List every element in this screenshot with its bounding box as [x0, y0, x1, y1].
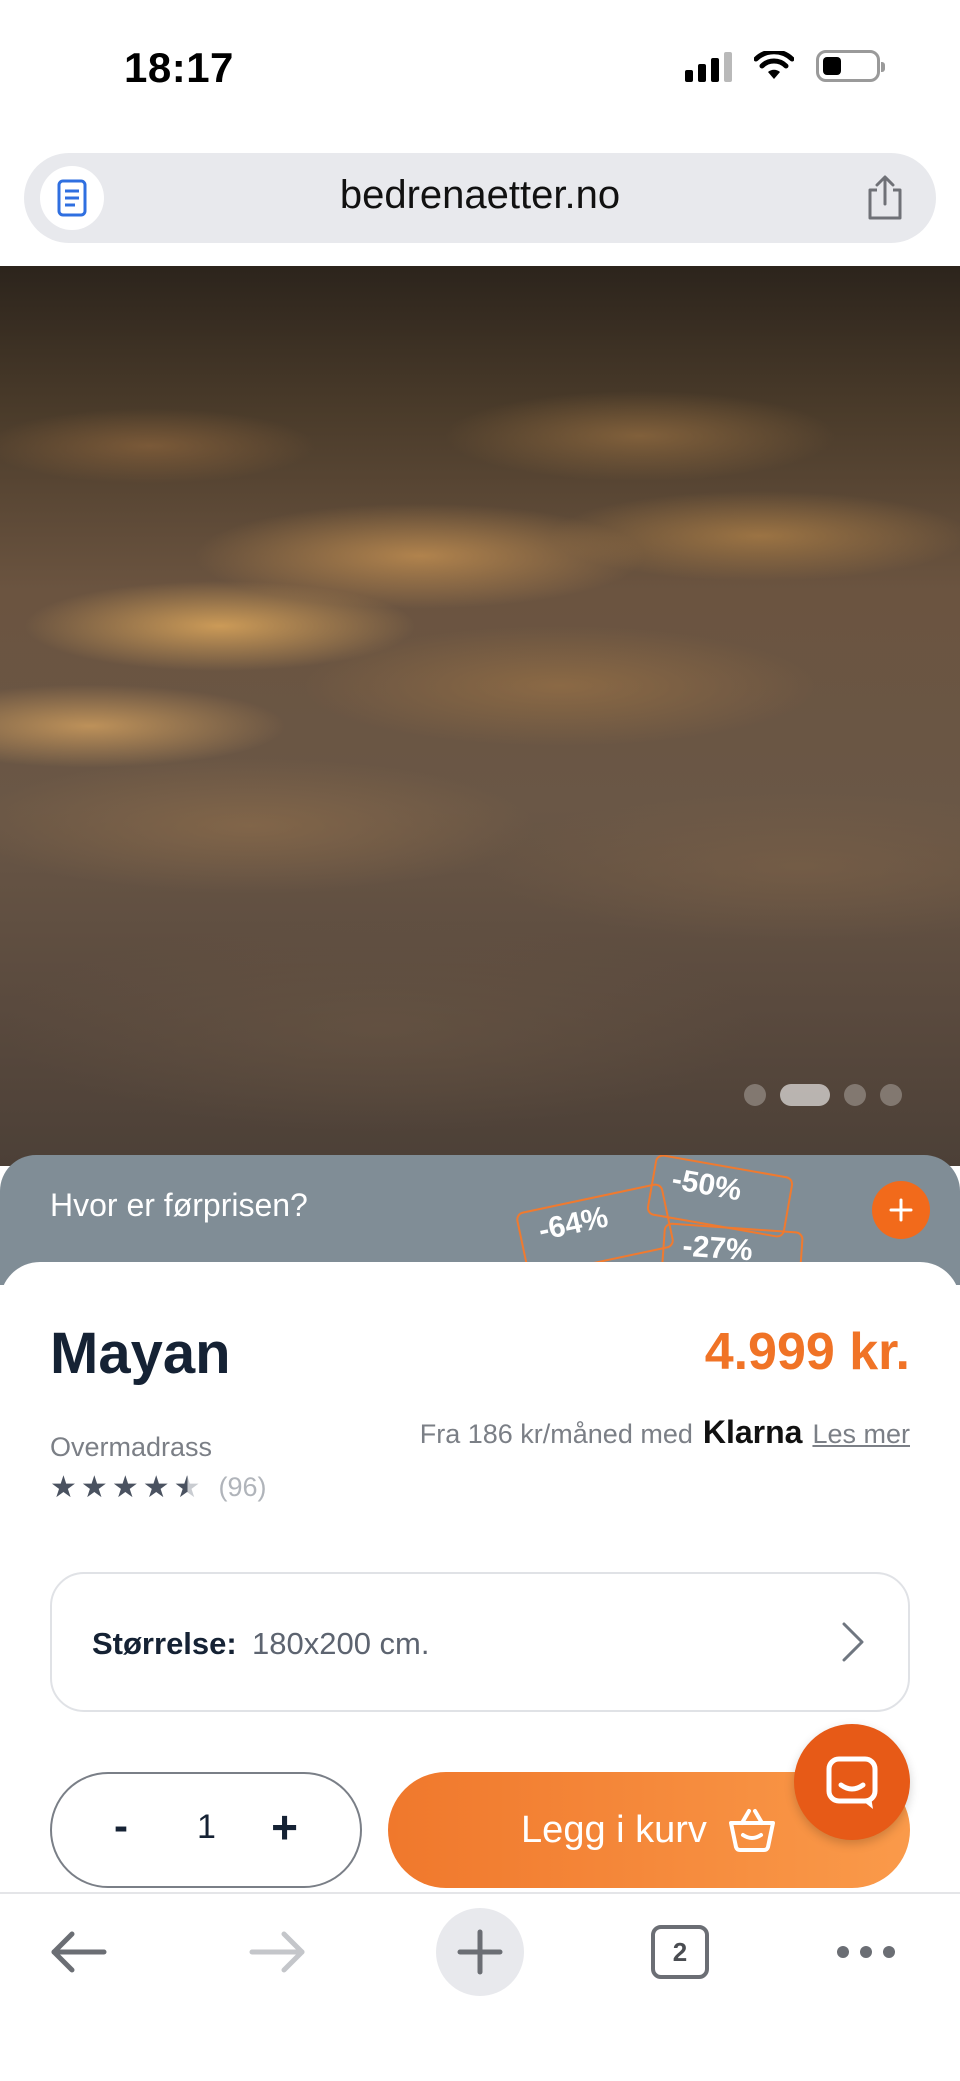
arrow-left-icon [51, 1931, 107, 1973]
size-label: Størrelse: [92, 1626, 237, 1661]
klarna-text: Fra 186 kr/måned med [419, 1419, 693, 1449]
chat-icon [826, 1756, 878, 1809]
carousel-dot[interactable] [744, 1084, 766, 1106]
image-carousel-dots[interactable] [744, 1084, 902, 1106]
cellular-signal-icon [685, 50, 732, 82]
klarna-logo: Klarna [702, 1414, 803, 1450]
chat-button[interactable] [794, 1724, 910, 1840]
carousel-dot[interactable] [880, 1084, 902, 1106]
basket-icon [728, 1809, 775, 1852]
quantity-increase-button[interactable]: + [271, 1800, 298, 1854]
arrow-right-icon [249, 1931, 305, 1973]
more-dots-icon [837, 1946, 895, 1958]
star-icon: ★ [50, 1470, 77, 1504]
product-name: Mayan [50, 1321, 231, 1386]
share-icon [868, 175, 902, 220]
status-time: 18:17 [124, 44, 234, 91]
star-icon: ★ [80, 1470, 108, 1504]
url-text[interactable]: bedrenaetter.no [24, 173, 936, 218]
size-value: 180x200 cm. [252, 1626, 430, 1661]
forward-button[interactable] [238, 1912, 318, 1992]
address-bar[interactable]: bedrenaetter.no [24, 153, 936, 243]
wifi-icon [754, 51, 794, 79]
star-icon: ★ [142, 1470, 170, 1504]
product-price: 4.999 kr. [704, 1323, 910, 1381]
plus-icon [457, 1929, 503, 1975]
quantity-stepper: - 1 + [50, 1772, 362, 1888]
rating-count: (96) [218, 1472, 267, 1502]
add-to-cart-label: Legg i kurv [521, 1808, 707, 1851]
carousel-dot[interactable] [844, 1084, 866, 1106]
browser-toolbar: 2 [0, 1892, 960, 2081]
size-selector[interactable]: Størrelse: 180x200 cm. [50, 1572, 910, 1712]
expand-plus-button[interactable] [872, 1181, 930, 1239]
more-menu-button[interactable] [826, 1912, 906, 1992]
klarna-read-more-link[interactable]: Les mer [812, 1419, 910, 1450]
tabs-button[interactable]: 2 [640, 1912, 720, 1992]
chevron-right-icon [842, 1622, 864, 1662]
star-icon: ★ [111, 1470, 139, 1504]
tab-count: 2 [651, 1925, 709, 1979]
quantity-value[interactable]: 1 [197, 1808, 216, 1847]
half-star-icon: ★ [173, 1470, 201, 1504]
product-image[interactable] [0, 266, 960, 1166]
share-button[interactable] [856, 169, 914, 227]
klarna-financing: Fra 186 kr/måned med Klarna Les mer [420, 1414, 910, 1451]
carousel-dot-active[interactable] [780, 1084, 830, 1106]
battery-icon [816, 50, 885, 82]
status-bar: 18:17 [0, 0, 960, 140]
status-icons [685, 50, 885, 82]
quantity-decrease-button[interactable]: - [114, 1802, 128, 1850]
plus-icon [889, 1198, 913, 1222]
new-tab-button[interactable] [436, 1908, 524, 1996]
product-type: Overmadrass [50, 1432, 213, 1462]
product-rating[interactable]: ★ ★ ★ ★ ★ (96) [50, 1472, 267, 1503]
pre-price-question: Hvor er førprisen? [50, 1187, 308, 1223]
back-button[interactable] [38, 1912, 118, 1992]
